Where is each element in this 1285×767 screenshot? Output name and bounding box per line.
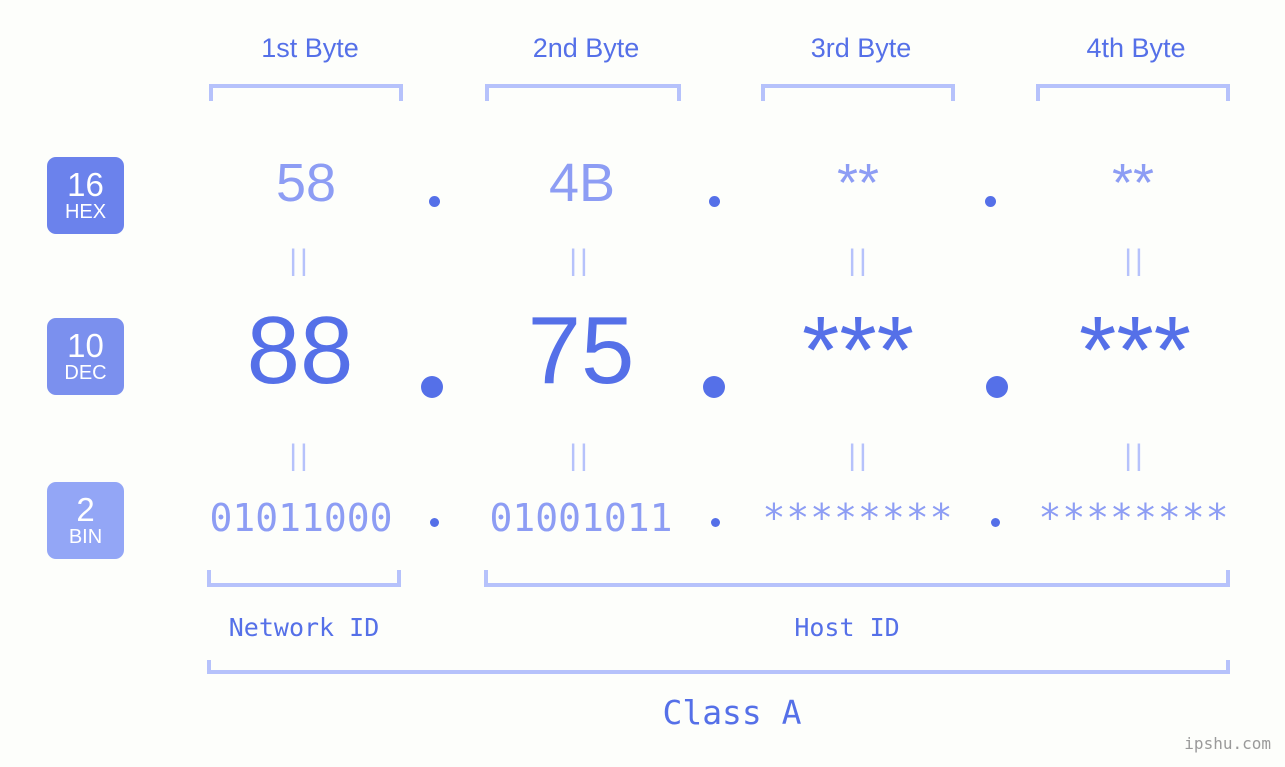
ip-address-breakdown-diagram: 1st Byte 2nd Byte 3rd Byte 4th Byte 16 H… <box>0 0 1285 767</box>
host-id-label: Host ID <box>794 613 900 642</box>
hex-byte-2: 4B <box>548 153 616 213</box>
bin-separator-dot-2 <box>711 518 720 527</box>
base-badge-bin[interactable]: 2 BIN <box>47 482 124 559</box>
network-id-label: Network ID <box>228 613 380 642</box>
class-bracket <box>207 660 1230 674</box>
base-badge-dec-name: DEC <box>64 362 107 384</box>
hex-byte-3: ** <box>836 153 880 213</box>
hex-byte-4: ** <box>1111 153 1155 213</box>
hex-separator-dot-3 <box>985 196 996 207</box>
class-label: Class A <box>662 693 802 732</box>
equals-mark-dec-bin-3: || <box>848 439 870 472</box>
base-badge-bin-name: BIN <box>68 526 103 548</box>
equals-mark-hex-dec-3: || <box>848 244 870 277</box>
hex-separator-dot-1 <box>429 196 440 207</box>
base-badge-dec[interactable]: 10 DEC <box>47 318 124 395</box>
site-watermark: ipshu.com <box>1184 734 1271 753</box>
byte-bracket-3 <box>761 84 955 101</box>
dec-separator-dot-2 <box>703 376 725 398</box>
byte-header-2: 2nd Byte <box>532 33 640 63</box>
equals-mark-dec-bin-4: || <box>1124 439 1146 472</box>
equals-mark-hex-dec-2: || <box>569 244 591 277</box>
base-badge-bin-number: 2 <box>76 491 95 528</box>
dec-byte-1: 88 <box>246 297 354 404</box>
bin-byte-2: 01001011 <box>489 496 673 540</box>
bin-separator-dot-1 <box>430 518 439 527</box>
dec-byte-3: *** <box>801 297 915 404</box>
equals-mark-hex-dec-4: || <box>1124 244 1146 277</box>
dec-separator-dot-1 <box>421 376 443 398</box>
byte-bracket-4 <box>1036 84 1230 101</box>
dec-separator-dot-3 <box>986 376 1008 398</box>
base-badge-hex[interactable]: 16 HEX <box>47 157 124 234</box>
byte-bracket-1 <box>209 84 403 101</box>
bin-byte-1: 01011000 <box>209 496 393 540</box>
byte-header-4: 4th Byte <box>1086 33 1186 63</box>
hex-separator-dot-2 <box>709 196 720 207</box>
base-badge-hex-name: HEX <box>64 201 107 223</box>
byte-header-1: 1st Byte <box>261 33 359 63</box>
dec-byte-2: 75 <box>527 297 635 404</box>
dec-byte-4: *** <box>1078 297 1192 404</box>
base-badge-hex-number: 16 <box>67 166 104 203</box>
equals-mark-dec-bin-2: || <box>569 439 591 472</box>
bin-byte-4: ******** <box>1038 496 1230 540</box>
base-badge-dec-number: 10 <box>67 327 104 364</box>
hex-byte-1: 58 <box>275 153 337 213</box>
byte-bracket-2 <box>485 84 681 101</box>
bin-byte-3: ******** <box>762 496 954 540</box>
equals-mark-dec-bin-1: || <box>289 439 311 472</box>
network-id-bracket <box>207 570 401 587</box>
byte-header-3: 3rd Byte <box>810 33 912 63</box>
equals-mark-hex-dec-1: || <box>289 244 311 277</box>
host-id-bracket <box>484 570 1230 587</box>
bin-separator-dot-3 <box>991 518 1000 527</box>
